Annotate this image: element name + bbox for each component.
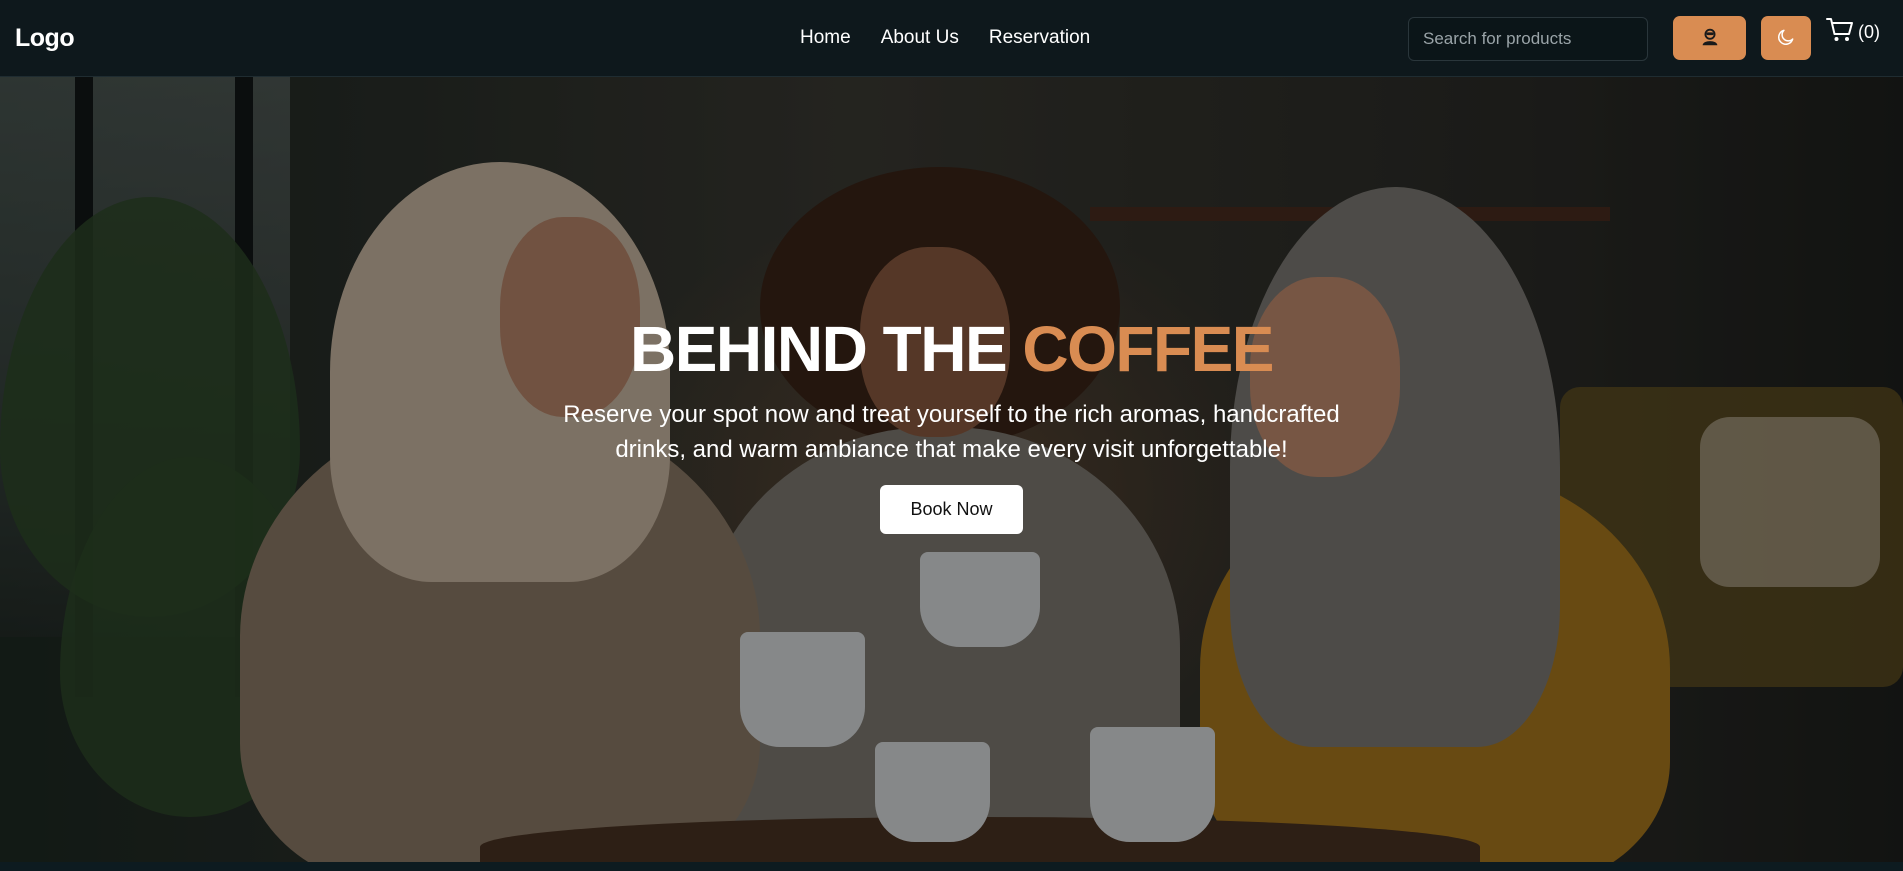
hero-content: BEHIND THE COFFEE Reserve your spot now … <box>0 317 1903 534</box>
nav-link-home[interactable]: Home <box>800 27 851 49</box>
logo[interactable]: Logo <box>15 24 75 53</box>
hero-title: BEHIND THE COFFEE <box>0 317 1903 381</box>
cart-button[interactable]: (0) <box>1826 17 1880 48</box>
nav-link-reservation[interactable]: Reservation <box>989 27 1090 49</box>
nav-link-about-us[interactable]: About Us <box>881 27 959 49</box>
search-input[interactable] <box>1408 17 1648 61</box>
page-bottom-strip <box>0 862 1903 871</box>
cart-icon <box>1826 17 1854 48</box>
navbar: Logo Home About Us Reservation Search fo… <box>0 0 1903 77</box>
hero-title-main: BEHIND THE <box>630 313 1008 385</box>
user-icon <box>1699 26 1721 51</box>
hero-subtitle: Reserve your spot now and treat yourself… <box>563 401 1340 463</box>
moon-icon <box>1776 27 1796 50</box>
hero-section: BEHIND THE COFFEE Reserve your spot now … <box>0 77 1903 862</box>
cart-count: (0) <box>1858 22 1880 42</box>
nav-links: Home About Us Reservation <box>800 27 1090 49</box>
book-now-button[interactable]: Book Now <box>880 485 1023 534</box>
hero-title-accent: COFFEE <box>1022 313 1274 385</box>
user-button[interactable] <box>1673 16 1746 60</box>
theme-toggle-button[interactable] <box>1761 16 1811 60</box>
